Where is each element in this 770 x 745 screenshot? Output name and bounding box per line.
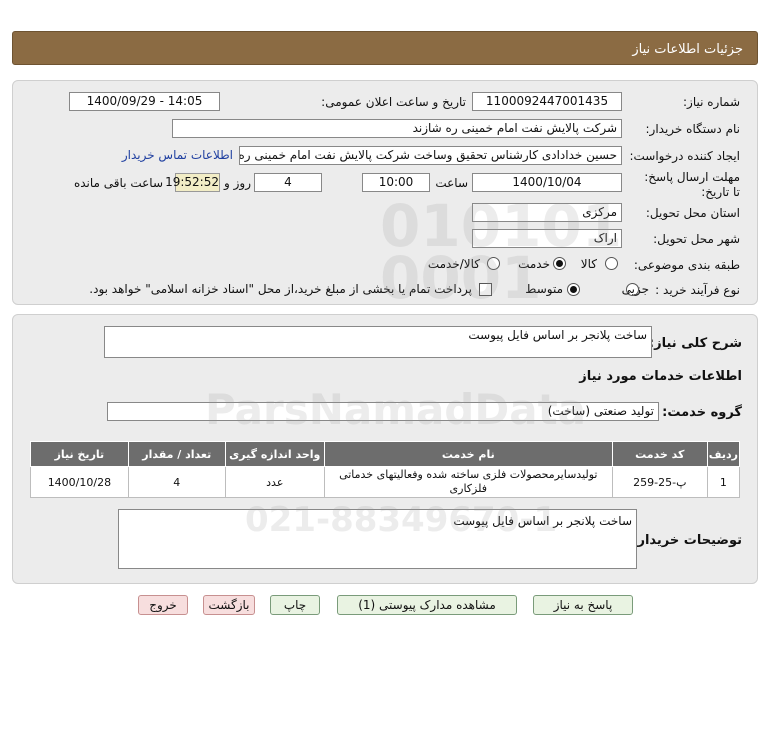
need-number-label: شماره نیاز:	[683, 95, 740, 109]
buyer-org-label: نام دستگاه خریدار:	[645, 122, 741, 136]
category-option-service: خدمت	[518, 257, 550, 271]
process-label: نوع فرآیند خرید :	[655, 283, 740, 297]
col-service-code-header: کد خدمت	[611, 441, 708, 467]
buyer-org-field: شرکت پالایش نفت امام خمینی ره شازند	[172, 119, 622, 138]
city-field: اراک	[472, 229, 622, 248]
category-radio-goods-service[interactable]	[487, 257, 500, 270]
remaining-label: ساعت باقی مانده	[73, 176, 163, 190]
general-desc-field: ساخت پلانجر بر اساس فایل پیوست	[104, 326, 652, 358]
col-quantity-header: تعداد / مقدار	[127, 441, 226, 467]
cell-quantity: 4	[127, 466, 226, 498]
cell-need-date: 1400/10/28	[30, 466, 129, 498]
creator-field: حسین خدادادی کارشناس تحقیق وساخت شرکت پا…	[239, 146, 622, 165]
days-label: روز و	[224, 176, 251, 190]
services-heading: اطلاعات خدمات مورد نیاز	[579, 369, 742, 384]
cell-service-name: تولیدسایرمحصولات فلزی ساخته شده وفعالیته…	[323, 466, 613, 498]
general-desc-label: شرح کلی نیاز:	[648, 336, 742, 351]
days-field: 4	[254, 173, 322, 192]
deadline-time-field: 10:00	[362, 173, 430, 192]
process-radio-medium[interactable]	[567, 283, 580, 296]
category-label: طبقه بندی موضوعی:	[633, 258, 740, 272]
payment-note: پرداخت تمام یا بخشی از مبلغ خرید،از محل …	[89, 282, 472, 296]
back-button[interactable]: بازگشت	[203, 595, 255, 615]
category-option-goods-service: کالا/خدمت	[427, 257, 480, 271]
col-unit-header: واحد اندازه گیری	[224, 441, 325, 467]
col-need-date-header: تاریخ نیاز	[30, 441, 129, 467]
deadline-date-field: 1400/10/04	[472, 173, 622, 192]
view-documents-button[interactable]: مشاهده مدارک پیوستی (1)	[337, 595, 517, 615]
page-title: جزئیات اطلاعات نیاز	[632, 42, 743, 57]
exit-button[interactable]: خروج	[138, 595, 188, 615]
cell-unit: عدد	[224, 466, 325, 498]
col-row-header: ردیف	[706, 441, 741, 467]
city-label: شهر محل تحویل:	[653, 232, 740, 246]
cell-row-number: 1	[706, 466, 741, 498]
service-group-label: گروه خدمت:	[662, 405, 742, 420]
col-service-name-header: نام خدمت	[323, 441, 613, 467]
need-number-field: 1100092447001435	[472, 92, 622, 111]
reply-button[interactable]: پاسخ به نیاز	[533, 595, 633, 615]
deadline-label: مهلت ارسال پاسخ: تا تاریخ:	[644, 170, 740, 199]
process-option-medium: متوسط	[525, 282, 563, 296]
creator-label: ایجاد کننده درخواست:	[629, 149, 740, 163]
treasury-payment-checkbox[interactable]	[479, 283, 492, 296]
table-header-row: ردیف کد خدمت نام خدمت واحد اندازه گیری ت…	[30, 441, 741, 467]
buyer-notes-label: توضیحات خریدار:	[632, 533, 742, 548]
services-table: ردیف کد خدمت نام خدمت واحد اندازه گیری ت…	[30, 441, 741, 498]
deadline-time-label: ساعت	[435, 176, 468, 190]
buyer-contact-link[interactable]: اطلاعات تماس خریدار	[122, 148, 233, 162]
page-header: جزئیات اطلاعات نیاز	[12, 31, 758, 65]
process-option-minor: جزیی	[621, 282, 649, 296]
cell-service-code: پ-25-259	[611, 466, 708, 498]
table-row: 1 پ-25-259 تولیدسایرمحصولات فلزی ساخته ش…	[30, 466, 741, 498]
remaining-timer: 19:52:52	[165, 173, 220, 192]
category-radio-service[interactable]	[553, 257, 566, 270]
buyer-notes-field: ساخت پلانجر بر اساس فایل پیوست	[118, 509, 637, 569]
province-label: استان محل تحویل:	[645, 206, 740, 220]
announce-field: 1400/09/29 - 14:05	[69, 92, 220, 111]
announce-label: تاریخ و ساعت اعلان عمومی:	[321, 95, 466, 109]
category-option-goods: کالا	[580, 257, 597, 271]
category-radio-goods[interactable]	[605, 257, 618, 270]
print-button[interactable]: چاپ	[270, 595, 320, 615]
service-group-field: تولید صنعتی (ساخت)	[107, 402, 659, 421]
province-field: مرکزی	[472, 203, 622, 222]
